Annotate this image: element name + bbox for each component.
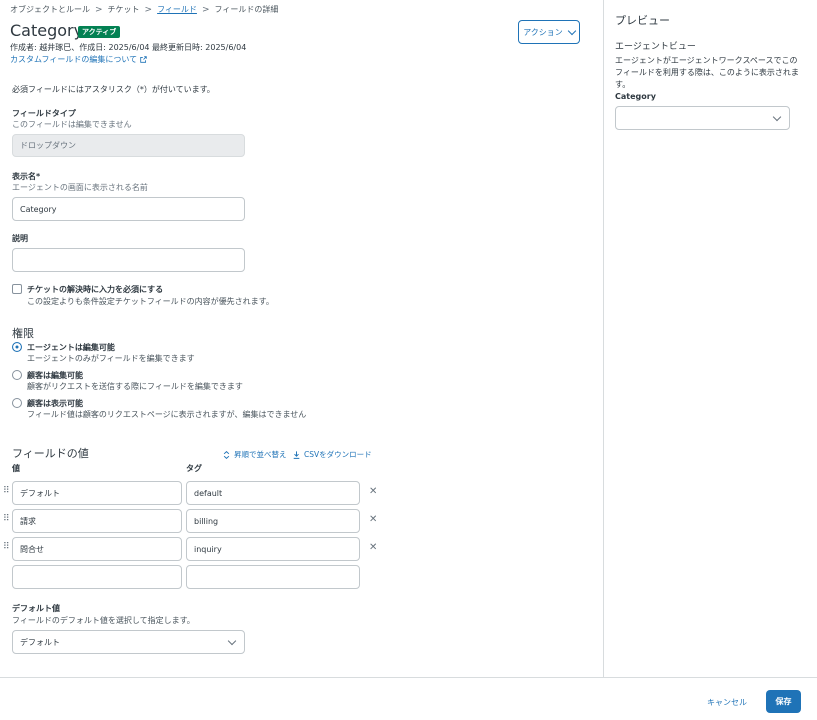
- display-name-input[interactable]: Category: [12, 197, 245, 221]
- tag-text: billing: [194, 516, 219, 526]
- actions-button[interactable]: アクション: [518, 20, 580, 44]
- sort-ascending-label: 昇順で並べ替え: [234, 450, 287, 459]
- drag-handle-icon[interactable]: ⠿: [3, 543, 10, 552]
- preview-field-label: Category: [615, 92, 656, 101]
- download-icon: [293, 450, 300, 459]
- permission-label-customer-view: 顧客は表示可能: [27, 399, 83, 408]
- remove-row-icon[interactable]: ✕: [369, 542, 377, 553]
- actions-button-label: アクション: [523, 27, 563, 37]
- chevron-down-icon: [772, 112, 782, 121]
- value-text: 請求: [20, 516, 36, 526]
- permission-label-agent-edit: エージェントは編集可能: [27, 343, 115, 352]
- new-value-input[interactable]: [12, 565, 182, 589]
- csv-download-link[interactable]: CSVをダウンロード: [293, 449, 372, 460]
- page-title: Category: [10, 21, 84, 40]
- preview-title: プレビュー: [615, 14, 670, 27]
- cancel-button[interactable]: キャンセル: [705, 691, 749, 713]
- external-link-icon: [140, 56, 147, 63]
- help-link[interactable]: カスタムフィールドの編集について: [10, 54, 147, 65]
- save-button[interactable]: 保存: [766, 690, 801, 713]
- footer-divider: [0, 677, 817, 678]
- breadcrumb: オブジェクトとルール > チケット > フィールド > フィールドの詳細: [10, 4, 278, 15]
- tag-text: default: [194, 488, 223, 498]
- field-type-value: ドロップダウン: [20, 141, 76, 150]
- drag-handle-icon[interactable]: ⠿: [3, 487, 10, 496]
- remove-row-icon[interactable]: ✕: [369, 514, 377, 525]
- permissions-title: 権限: [12, 327, 34, 340]
- display-name-label: 表示名*: [12, 172, 41, 181]
- chevron-down-icon: [227, 636, 237, 645]
- breadcrumb-separator: >: [144, 4, 153, 15]
- tag-text: inquiry: [194, 544, 222, 554]
- display-name-hint: エージェントの画面に表示される名前: [12, 183, 148, 192]
- permission-radio-agent-edit[interactable]: [12, 342, 22, 352]
- remove-row-icon[interactable]: ✕: [369, 486, 377, 497]
- value-column-header: 値: [12, 464, 20, 473]
- preview-description: エージェントがエージェントワークスペースでこのフィールドを利用する際は、このよう…: [615, 56, 799, 89]
- description-input[interactable]: [12, 248, 245, 272]
- value-input[interactable]: 問合せ: [12, 537, 182, 561]
- preview-subtitle: エージェントビュー: [615, 42, 696, 52]
- breadcrumb-separator: >: [95, 4, 103, 15]
- sort-icon: [223, 450, 230, 459]
- sort-ascending-link[interactable]: 昇順で並べ替え: [223, 449, 287, 460]
- value-input[interactable]: デフォルト: [12, 481, 182, 505]
- display-name-value: Category: [20, 204, 57, 214]
- field-type-input: ドロップダウン: [12, 134, 245, 157]
- drag-handle-icon[interactable]: ⠿: [3, 515, 10, 524]
- require-on-solve-checkbox[interactable]: [12, 284, 22, 294]
- breadcrumb-item-fields[interactable]: フィールド: [157, 4, 197, 15]
- permission-label-customer-edit: 顧客は編集可能: [27, 371, 83, 380]
- tag-column-header: タグ: [186, 464, 202, 473]
- field-type-label: フィールドタイプ: [12, 109, 76, 118]
- required-note: 必須フィールドにはアスタリスク（*）が付いています。: [12, 85, 215, 94]
- help-link-label: カスタムフィールドの編集について: [10, 55, 138, 64]
- preview-select[interactable]: [615, 106, 790, 130]
- field-type-hint: このフィールドは編集できません: [12, 120, 132, 129]
- permission-radio-customer-view[interactable]: [12, 398, 22, 408]
- tag-input[interactable]: default: [186, 481, 360, 505]
- tag-input[interactable]: billing: [186, 509, 360, 533]
- new-tag-input[interactable]: [186, 565, 360, 589]
- csv-download-label: CSVをダウンロード: [304, 450, 372, 459]
- permission-hint-customer-edit: 顧客がリクエストを送信する際にフィールドを編集できます: [27, 382, 243, 391]
- breadcrumb-item-tickets[interactable]: チケット: [108, 4, 140, 15]
- value-text: 問合せ: [20, 544, 44, 554]
- require-on-solve-label: チケットの解決時に入力を必須にする: [27, 285, 164, 294]
- default-value-hint: フィールドのデフォルト値を選択して指定します。: [12, 616, 195, 625]
- status-badge: アクティブ: [78, 26, 121, 38]
- value-input[interactable]: 請求: [12, 509, 182, 533]
- value-text: デフォルト: [20, 488, 60, 498]
- field-values-title: フィールドの値: [12, 447, 89, 460]
- permission-hint-customer-view: フィールド値は顧客のリクエストページに表示されますが、編集はできません: [27, 410, 307, 419]
- description-label: 説明: [12, 234, 28, 243]
- breadcrumb-separator: >: [201, 4, 210, 15]
- breadcrumb-item-current: フィールドの詳細: [214, 5, 279, 14]
- tag-input[interactable]: inquiry: [186, 537, 360, 561]
- panel-divider: [603, 0, 604, 677]
- default-value-label: デフォルト値: [12, 604, 60, 613]
- permission-radio-customer-edit[interactable]: [12, 370, 22, 380]
- chevron-down-icon: [567, 26, 577, 35]
- permission-hint-agent-edit: エージェントのみがフィールドを編集できます: [27, 354, 195, 363]
- default-value-selected: デフォルト: [20, 637, 60, 647]
- default-value-select[interactable]: デフォルト: [12, 630, 245, 654]
- field-meta-info: 作成者: 越井琢巳、作成日: 2025/6/04 最終更新日時: 2025/6/…: [10, 43, 247, 52]
- require-on-solve-hint: この設定よりも条件設定チケットフィールドの内容が優先されます。: [27, 297, 274, 306]
- breadcrumb-item-objects[interactable]: オブジェクトとルール: [10, 4, 90, 15]
